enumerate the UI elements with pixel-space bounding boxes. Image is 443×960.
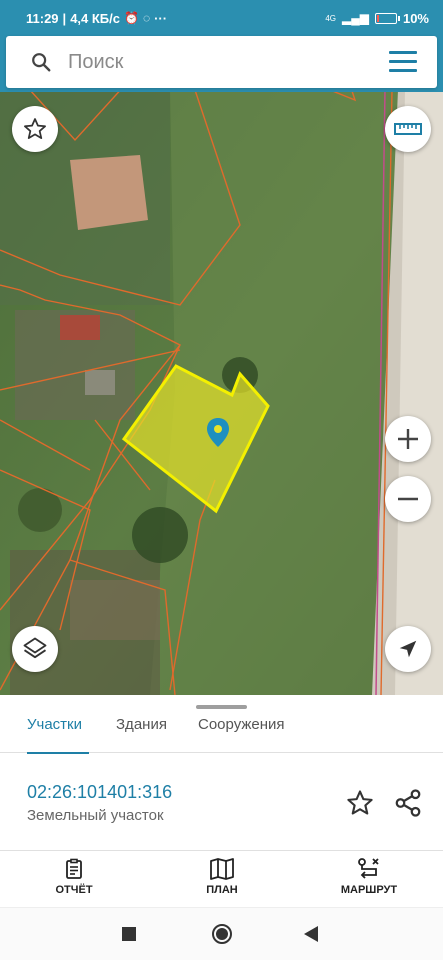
layers-icon — [23, 637, 47, 659]
hamburger-menu-icon[interactable] — [389, 51, 417, 73]
satellite-map[interactable] — [0, 90, 443, 695]
report-button[interactable]: ОТЧЁТ — [52, 857, 96, 896]
back-button[interactable] — [303, 925, 319, 948]
network-type: 4G — [325, 13, 336, 23]
active-tab-indicator — [27, 752, 89, 754]
square-icon — [122, 927, 136, 941]
circle-icon — [212, 924, 232, 944]
plus-icon — [398, 429, 418, 449]
drag-handle[interactable] — [196, 705, 247, 709]
navigation-arrow-icon — [399, 640, 417, 658]
search-input[interactable] — [68, 50, 348, 74]
status-overflow: ··· — [154, 10, 168, 26]
whatsapp-icon: ◌ — [142, 11, 151, 25]
battery-level — [376, 14, 379, 22]
tab-parcels[interactable]: Участки — [27, 716, 89, 754]
star-icon[interactable] — [345, 788, 375, 818]
parcel-card[interactable]: 02:26:101401:316 Земельный участок — [0, 755, 443, 850]
zoom-in-button[interactable] — [385, 416, 431, 462]
status-time: 11:29 — [26, 10, 59, 26]
route-button[interactable]: МАРШРУТ — [336, 857, 402, 896]
zoom-out-button[interactable] — [385, 476, 431, 522]
cadastral-number[interactable]: 02:26:101401:316 — [27, 782, 172, 803]
alarm-icon: ⏰ — [124, 11, 139, 25]
tab-structures[interactable]: Сооружения — [198, 716, 285, 752]
search-bar[interactable] — [6, 36, 437, 88]
layers-button[interactable] — [12, 626, 58, 672]
search-icon[interactable] — [30, 51, 52, 73]
bottom-sheet: Участки Здания Сооружения 02:26:101401:3… — [0, 695, 443, 960]
triangle-back-icon — [304, 926, 318, 942]
star-icon — [24, 118, 46, 139]
status-bar: 11:29 | 4,4 КБ/с ⏰ ◌ ··· 4G ▂▄▆ 10% — [0, 0, 443, 36]
app-screen: 11:29 | 4,4 КБ/с ⏰ ◌ ··· 4G ▂▄▆ 10% Поис… — [0, 0, 443, 960]
favorite-map-button[interactable] — [12, 106, 58, 152]
route-icon — [358, 858, 379, 879]
header — [0, 36, 443, 92]
recent-apps-button[interactable] — [121, 926, 137, 947]
parcel-type: Земельный участок — [27, 807, 164, 824]
object-type-tabs: Участки Здания Сооружения — [0, 713, 443, 754]
ruler-icon — [394, 123, 422, 135]
map-view[interactable] — [0, 90, 443, 695]
share-icon[interactable] — [393, 788, 423, 818]
tab-buildings[interactable]: Здания — [116, 716, 167, 752]
battery-percent: 10% — [402, 10, 429, 26]
action-bar: ОТЧЁТ ПЛАН МАРШРУТ — [0, 850, 443, 907]
plan-button[interactable]: ПЛАН — [200, 857, 244, 896]
signal-icon: ▂▄▆ — [342, 11, 369, 25]
system-navigation-bar — [0, 907, 443, 960]
report-icon — [66, 858, 82, 879]
home-button[interactable] — [211, 923, 233, 950]
network-speed: 4,4 КБ/с — [70, 10, 120, 26]
battery-icon — [374, 12, 400, 24]
my-location-button[interactable] — [385, 626, 431, 672]
map-icon — [210, 858, 234, 880]
ruler-button[interactable] — [385, 106, 431, 152]
minus-icon — [398, 497, 418, 501]
